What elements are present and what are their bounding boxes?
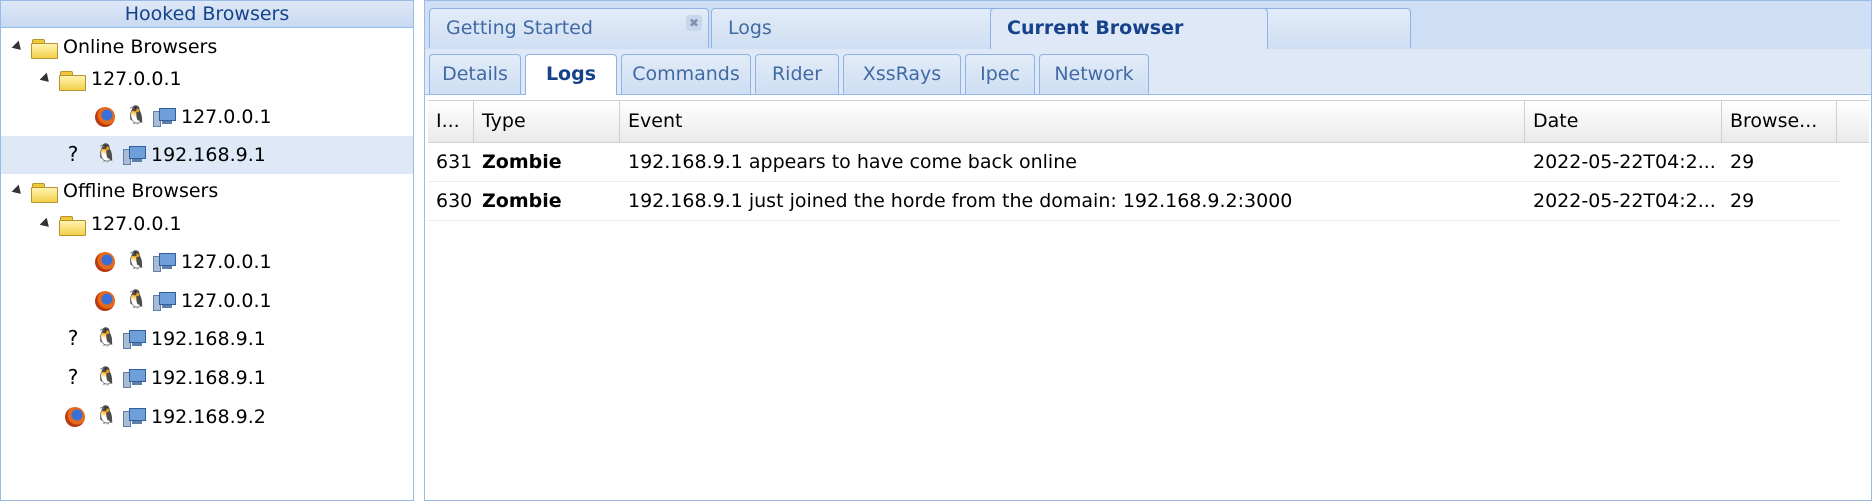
cell-browser: 29 — [1730, 190, 1755, 212]
table-row[interactable]: 630 Zombie 192.168.9.1 just joined the h… — [428, 182, 1840, 221]
tree-node-label: 192.168.9.1 — [151, 328, 266, 350]
folder-icon — [31, 183, 58, 203]
column-header-browser[interactable]: Browse... — [1722, 101, 1837, 142]
tab-label: Current Browser — [1007, 17, 1184, 39]
tree-node-browser-selected[interactable]: ? 🐧 192.168.9.1 — [1, 136, 413, 174]
tab-rider[interactable]: Rider — [755, 54, 839, 94]
tree-node-offline-group[interactable]: 127.0.0.1 — [1, 205, 413, 243]
tab-getting-started[interactable]: Getting Started ✖ — [429, 8, 709, 48]
tab-ipec[interactable]: Ipec — [965, 54, 1035, 94]
linux-tux-icon: 🐧 — [95, 327, 118, 348]
folder-icon — [31, 39, 58, 59]
cell-type: Zombie — [482, 190, 562, 212]
column-header-event[interactable]: Event — [620, 101, 1525, 142]
tab-label: Logs — [728, 17, 772, 39]
tab-browser-logs[interactable]: Logs — [525, 54, 617, 95]
tree-node-label: 127.0.0.1 — [181, 290, 272, 312]
expand-arrow-icon[interactable] — [11, 40, 25, 54]
column-header-type[interactable]: Type — [474, 101, 620, 142]
unknown-browser-icon: ? — [67, 326, 79, 350]
firefox-icon — [95, 291, 115, 311]
close-icon[interactable]: ✖ — [686, 15, 702, 31]
tab-details[interactable]: Details — [429, 54, 521, 94]
tree-node-browser[interactable]: 🐧 127.0.0.1 — [1, 98, 413, 136]
firefox-icon — [65, 407, 85, 427]
tree-node-label: 192.168.9.2 — [151, 406, 266, 428]
computer-icon — [153, 253, 176, 272]
computer-icon — [123, 408, 146, 427]
firefox-icon — [95, 252, 115, 272]
cell-id: 630 — [436, 190, 473, 212]
hooked-browsers-panel: Hooked Browsers Online Browsers 127.0.0.… — [0, 0, 414, 501]
tab-commands[interactable]: Commands — [621, 54, 751, 94]
tab-label: Getting Started — [446, 17, 593, 39]
tree-node-label: 192.168.9.1 — [151, 144, 266, 166]
linux-tux-icon: 🐧 — [95, 405, 118, 426]
expand-arrow-icon[interactable] — [39, 217, 53, 231]
expand-arrow-icon[interactable] — [11, 184, 25, 198]
linux-tux-icon: 🐧 — [125, 289, 148, 310]
unknown-browser-icon: ? — [67, 365, 79, 389]
computer-icon — [123, 330, 146, 349]
tab-network[interactable]: Network — [1039, 54, 1149, 94]
cell-date: 2022-05-22T04:2... — [1533, 151, 1716, 173]
top-tab-strip: Getting Started ✖ Logs Current Browser — [425, 1, 1871, 50]
cell-date: 2022-05-22T04:2... — [1533, 190, 1716, 212]
main-panel: Getting Started ✖ Logs Current Browser D… — [424, 0, 1872, 501]
cell-type: Zombie — [482, 151, 562, 173]
tree-node-label: 127.0.0.1 — [91, 68, 182, 90]
computer-icon — [123, 369, 146, 388]
tree-node-label: 192.168.9.1 — [151, 367, 266, 389]
cell-id: 631 — [436, 151, 473, 173]
folder-icon — [59, 71, 86, 91]
expand-arrow-icon[interactable] — [39, 72, 53, 86]
linux-tux-icon: 🐧 — [125, 105, 148, 126]
column-header-id[interactable]: I... — [428, 101, 474, 142]
tab-current-browser[interactable]: Current Browser — [990, 8, 1268, 50]
tree-node-label: 127.0.0.1 — [181, 251, 272, 273]
column-header-date[interactable]: Date — [1525, 101, 1722, 142]
firefox-icon — [95, 107, 115, 127]
sub-tab-strip: Details Logs Commands Rider XssRays Ipec… — [425, 49, 1871, 95]
tree-node-browser[interactable]: 🐧 127.0.0.1 — [1, 282, 413, 320]
tree-node-label: 127.0.0.1 — [91, 213, 182, 235]
cell-browser: 29 — [1730, 151, 1755, 173]
tree-node-online-group[interactable]: 127.0.0.1 — [1, 60, 413, 98]
panel-title: Hooked Browsers — [1, 1, 413, 28]
tree-node-browser[interactable]: ? 🐧 192.168.9.1 — [1, 359, 413, 397]
linux-tux-icon: 🐧 — [95, 143, 118, 164]
tree-node-label: 127.0.0.1 — [181, 106, 272, 128]
linux-tux-icon: 🐧 — [95, 366, 118, 387]
tree-node-browser[interactable]: ? 🐧 192.168.9.1 — [1, 320, 413, 358]
computer-icon — [123, 146, 146, 165]
unknown-browser-icon: ? — [67, 142, 79, 166]
cell-event: 192.168.9.1 appears to have come back on… — [628, 151, 1077, 173]
table-row[interactable]: 631 Zombie 192.168.9.1 appears to have c… — [428, 143, 1840, 182]
computer-icon — [153, 292, 176, 311]
tab-xssrays[interactable]: XssRays — [843, 54, 961, 94]
linux-tux-icon: 🐧 — [125, 250, 148, 271]
computer-icon — [153, 108, 176, 127]
tree-node-browser[interactable]: 🐧 192.168.9.2 — [1, 398, 413, 436]
grid-header: I... Type Event Date Browse... — [428, 100, 1869, 143]
folder-icon — [59, 216, 86, 236]
tree-node-browser[interactable]: 🐧 127.0.0.1 — [1, 243, 413, 281]
cell-event: 192.168.9.1 just joined the horde from t… — [628, 190, 1293, 212]
